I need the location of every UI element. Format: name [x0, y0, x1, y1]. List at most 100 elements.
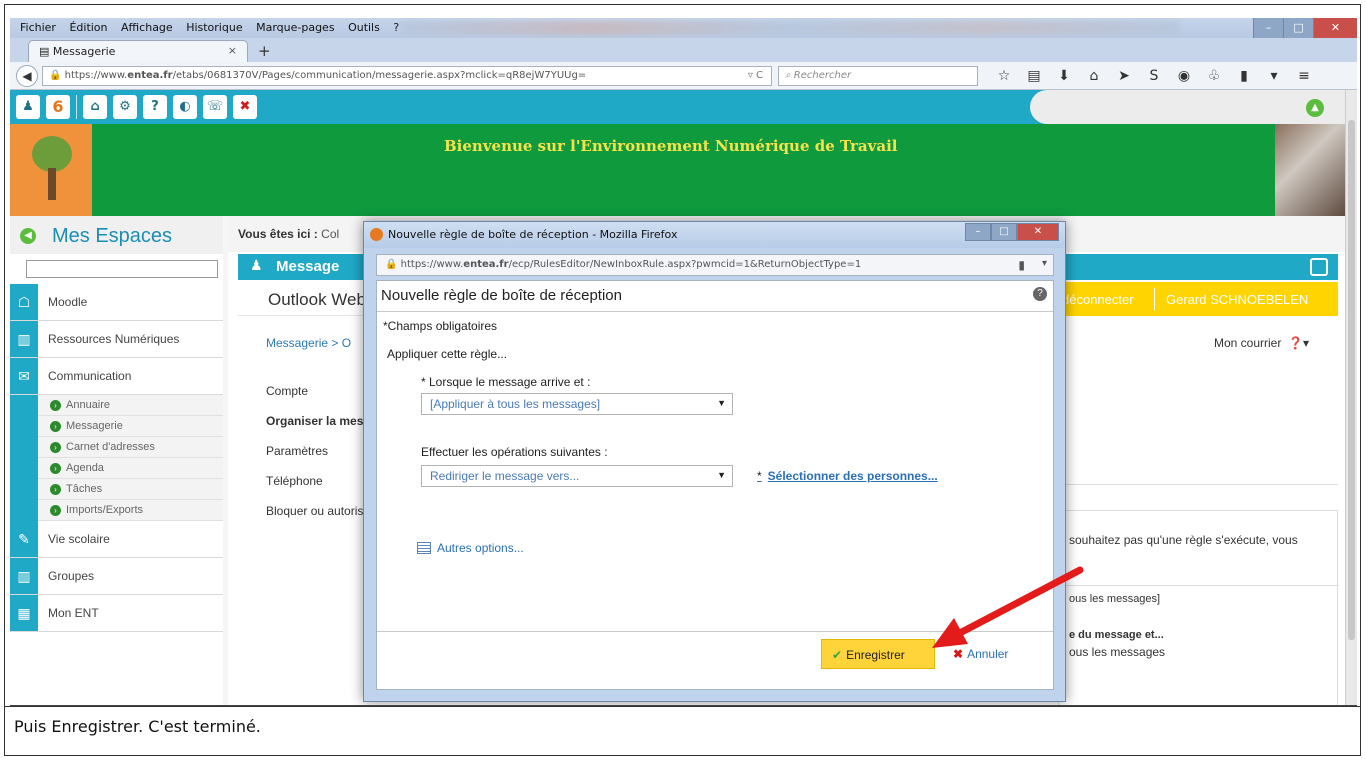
download-icon[interactable]: ⬇	[1055, 68, 1073, 84]
back-icon[interactable]: ◀	[16, 65, 38, 87]
skype-icon[interactable]: S	[1145, 68, 1163, 84]
chat-icon[interactable]: ◉	[1175, 68, 1193, 84]
clipboard-icon[interactable]: ▮	[1235, 68, 1253, 84]
sidebar-items: ☖ Moodle ▥ Ressources Numériques ✉ Communic…	[10, 284, 223, 632]
close-icon[interactable]: ✕	[1017, 223, 1059, 241]
rule-when: e du message et...	[1069, 629, 1164, 641]
user-settings-icon[interactable]: ⚙	[113, 95, 137, 119]
cancel-button[interactable]: ✖ Annuler	[953, 647, 1008, 661]
rule-details-pane: souhaitez pas qu'une règle s'exécute, vo…	[1058, 510, 1339, 705]
check-icon: ✔	[832, 648, 843, 662]
dialog-heading: Nouvelle règle de boîte de réception	[381, 287, 622, 304]
select-people-link[interactable]: * Sélectionner des personnes...	[757, 469, 938, 483]
required-star: *	[757, 469, 762, 483]
arrow-right-icon: ›	[50, 484, 61, 495]
dialog-body: Nouvelle règle de boîte de réception ? *…	[376, 280, 1054, 690]
sidebar-item-mon-ent[interactable]: ▦ Mon ENT	[10, 595, 223, 632]
sidebar-subitem-agenda[interactable]: › Agenda	[10, 458, 223, 479]
sidebar-item-groupes[interactable]: ▥ Groupes	[10, 558, 223, 595]
sidebar-subitem-messagerie[interactable]: › Messagerie	[10, 416, 223, 437]
menu-edition[interactable]: Édition	[69, 21, 107, 34]
sidebar-item-communication[interactable]: ✉ Communication	[10, 358, 223, 395]
moodle-icon: ☖	[10, 284, 38, 320]
dropdown-icon[interactable]: ▾	[1042, 258, 1047, 269]
menu-marque-pages[interactable]: Marque-pages	[256, 21, 334, 34]
search-input[interactable]: ⌕ Rechercher	[778, 66, 978, 86]
logout-icon[interactable]: ✖	[233, 95, 257, 119]
menu-outils[interactable]: Outils	[348, 21, 380, 34]
tab-close-icon[interactable]: ×	[228, 44, 237, 57]
sidebar-item-vie-scolaire[interactable]: ✎ Vie scolaire	[10, 521, 223, 558]
breadcrumb-label: Vous êtes ici :	[238, 227, 318, 241]
disconnect-link[interactable]: déconnecter	[1062, 292, 1134, 307]
minimize-icon[interactable]: –	[965, 223, 991, 241]
sidebar-subitem-label: Tâches	[66, 483, 103, 495]
arrow-right-icon: ›	[50, 442, 61, 453]
help-icon[interactable]: ❓▾	[1288, 336, 1309, 350]
rule-condition: ous les messages]	[1069, 593, 1161, 605]
menu-affichage[interactable]: Affichage	[121, 21, 173, 34]
tab-title: Messagerie	[52, 45, 116, 58]
more-options-link[interactable]: Autres options...	[417, 541, 524, 555]
apply-label: Appliquer cette règle...	[387, 347, 508, 361]
sidebar-search-input[interactable]	[26, 260, 218, 278]
help-icon[interactable]: ?	[1033, 287, 1047, 301]
scrollbar-thumb[interactable]	[1348, 120, 1355, 640]
help-icon[interactable]: ?	[143, 95, 167, 119]
select-people-label: Sélectionner des personnes...	[767, 469, 938, 483]
map-icon[interactable]: ◐	[173, 95, 197, 119]
breadcrumb-value[interactable]: Col	[321, 227, 339, 241]
tab-messagerie[interactable]: ▤ Messagerie ×	[28, 40, 248, 62]
action-value: Rediriger le message vers...	[430, 469, 580, 483]
blurred-tabs	[400, 21, 1180, 35]
sidebar-item-label: Vie scolaire	[48, 532, 110, 546]
hamburger-menu-icon[interactable]: ≡	[1295, 68, 1313, 84]
new-tab-button[interactable]: +	[258, 42, 271, 60]
owa-breadcrumb[interactable]: Messagerie > O	[266, 336, 351, 350]
condition-select[interactable]: [Appliquer à tous les messages] ▼	[421, 393, 733, 415]
maximize-icon[interactable]: □	[1283, 18, 1313, 38]
collapse-left-icon[interactable]: ◀	[20, 228, 36, 244]
save-button[interactable]: ✔ Enregistrer	[821, 639, 935, 669]
url-bar[interactable]: 🔒 https://www.entea.fr/etabs/0681370V/Pa…	[42, 66, 772, 86]
caption-text: Puis Enregistrer. C'est terminé.	[14, 717, 261, 736]
dialog-url-bar[interactable]: 🔒 https://www.entea.fr/ecp/RulesEditor/N…	[376, 254, 1054, 276]
sidebar-item-moodle[interactable]: ☖ Moodle	[10, 284, 223, 321]
clipboard-icon[interactable]: ▮	[1018, 258, 1025, 272]
maximize-icon[interactable]: □	[991, 223, 1017, 241]
dropdown-icon[interactable]: ▾	[1265, 68, 1283, 84]
dialog-window-controls: – □ ✕	[965, 223, 1059, 241]
send-icon[interactable]: ➤	[1115, 68, 1133, 84]
reading-list-icon[interactable]: ▤	[1025, 68, 1043, 84]
menu-help[interactable]: ?	[393, 21, 399, 34]
extension-icon[interactable]: ♧	[1205, 68, 1223, 84]
mon-courrier-link[interactable]: Mon courrier ❓▾	[1214, 336, 1309, 350]
sidebar-subitem-taches[interactable]: › Tâches	[10, 479, 223, 500]
page-scrollbar[interactable]	[1345, 90, 1357, 705]
nav-bar: ◀ 🔒 https://www.entea.fr/etabs/0681370V/…	[10, 62, 1357, 90]
expand-icon[interactable]	[1310, 258, 1328, 276]
users-icon[interactable]: ♟	[16, 95, 40, 119]
required-note: *Champs obligatoires	[383, 319, 498, 333]
home-icon[interactable]: ⌂	[83, 95, 107, 119]
home-icon[interactable]: ⌂	[1085, 68, 1103, 84]
close-icon[interactable]: ✕	[1313, 18, 1357, 38]
reload-icon[interactable]: ▿ C	[748, 70, 763, 81]
url-prefix: https://www.	[400, 259, 464, 270]
minimize-icon[interactable]: –	[1253, 18, 1283, 38]
bookmark-star-icon[interactable]: ☆	[995, 68, 1013, 84]
sidebar-subitem-imports[interactable]: › Imports/Exports	[10, 500, 223, 521]
notification-count[interactable]: 6	[46, 95, 70, 119]
tree-trunk	[48, 168, 56, 200]
menu-historique[interactable]: Historique	[186, 21, 242, 34]
sidebar-subitem-carnet[interactable]: › Carnet d'adresses	[10, 437, 223, 458]
owa-user-bar: déconnecter Gerard SCHNOEBELEN	[1048, 282, 1338, 316]
menu-fichier[interactable]: Fichier	[20, 21, 56, 34]
sidebar-item-ressources[interactable]: ▥ Ressources Numériques	[10, 321, 223, 358]
sos-icon[interactable]: ☏	[203, 95, 227, 119]
action-select[interactable]: Rediriger le message vers... ▼	[421, 465, 733, 487]
tab-bar: ▤ Messagerie × +	[10, 38, 1357, 62]
collapse-up-icon[interactable]: ▲	[1306, 99, 1324, 117]
divider	[1059, 585, 1339, 586]
sidebar-subitem-annuaire[interactable]: › Annuaire	[10, 395, 223, 416]
